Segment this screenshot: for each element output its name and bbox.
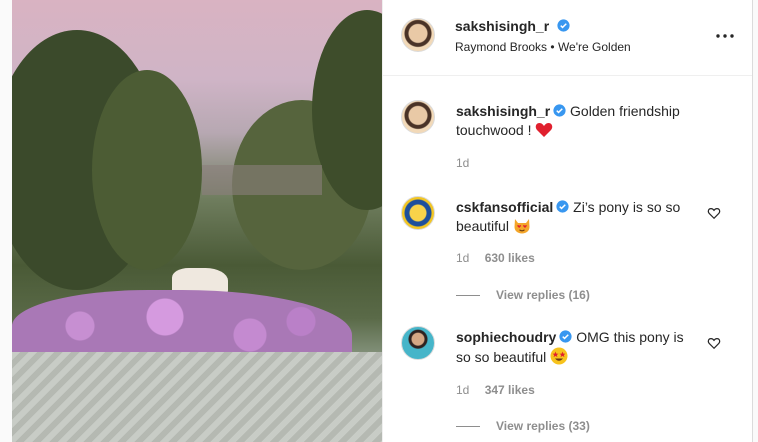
more-options-icon[interactable] [713, 26, 737, 46]
commenter-avatar[interactable] [401, 196, 435, 230]
comment-time[interactable]: 1d [456, 383, 469, 397]
red-heart-emoji-icon [536, 123, 553, 137]
author-username[interactable]: sakshisingh_r [455, 18, 549, 34]
like-heart-icon[interactable] [707, 336, 721, 350]
commenter-avatar[interactable] [401, 100, 435, 134]
comment-time[interactable]: 1d [456, 156, 469, 170]
post-media[interactable] [12, 0, 382, 442]
verified-badge-icon [553, 104, 566, 117]
comment-username[interactable]: sophiechoudry [456, 329, 556, 345]
audio-track-link[interactable]: We're Golden [558, 40, 631, 54]
audio-line: Raymond Brooks • We're Golden [455, 40, 631, 54]
commenter-avatar[interactable] [401, 326, 435, 360]
verified-badge-icon [557, 19, 570, 32]
media-paving [12, 352, 382, 442]
view-replies-label: View replies (33) [496, 419, 590, 433]
author-line: sakshisingh_r [455, 18, 570, 36]
post-header: sakshisingh_r Raymond Brooks • We're Gol… [383, 0, 753, 76]
comment-likes[interactable]: 630 likes [485, 251, 535, 265]
audio-artist-link[interactable]: Raymond Brooks [455, 40, 547, 54]
like-heart-icon[interactable] [707, 206, 721, 220]
view-replies-label: View replies (16) [496, 288, 590, 302]
media-building [202, 165, 322, 195]
heart-eyes-cat-emoji-icon [514, 219, 530, 234]
star-struck-emoji-icon [550, 347, 568, 365]
view-replies-button[interactable]: View replies (33) [456, 419, 590, 433]
comment-meta: 1d 347 likes [456, 383, 535, 397]
window-edge [752, 0, 758, 442]
caption-comment: sakshisingh_r Golden friendship touchwoo… [383, 96, 753, 176]
view-replies-button[interactable]: View replies (16) [456, 288, 590, 302]
comment-meta: 1d 630 likes [456, 251, 535, 265]
comment-username[interactable]: cskfansofficial [456, 199, 553, 215]
replies-divider [456, 426, 480, 428]
replies-divider [456, 295, 480, 297]
audio-separator: • [550, 40, 555, 54]
author-avatar[interactable] [401, 18, 435, 52]
verified-badge-icon [559, 330, 572, 343]
comment-time[interactable]: 1d [456, 251, 469, 265]
comment-item: cskfansofficial Zi’s pony is so so beaut… [383, 196, 753, 306]
media-tree [92, 70, 202, 270]
comment-meta: 1d [456, 156, 469, 170]
verified-badge-icon [556, 200, 569, 213]
comment-item: sophiechoudry OMG this pony is so so bea… [383, 326, 753, 442]
comments-panel: sakshisingh_r Raymond Brooks • We're Gol… [382, 0, 753, 442]
comment-likes[interactable]: 347 likes [485, 383, 535, 397]
comment-username[interactable]: sakshisingh_r [456, 103, 550, 119]
